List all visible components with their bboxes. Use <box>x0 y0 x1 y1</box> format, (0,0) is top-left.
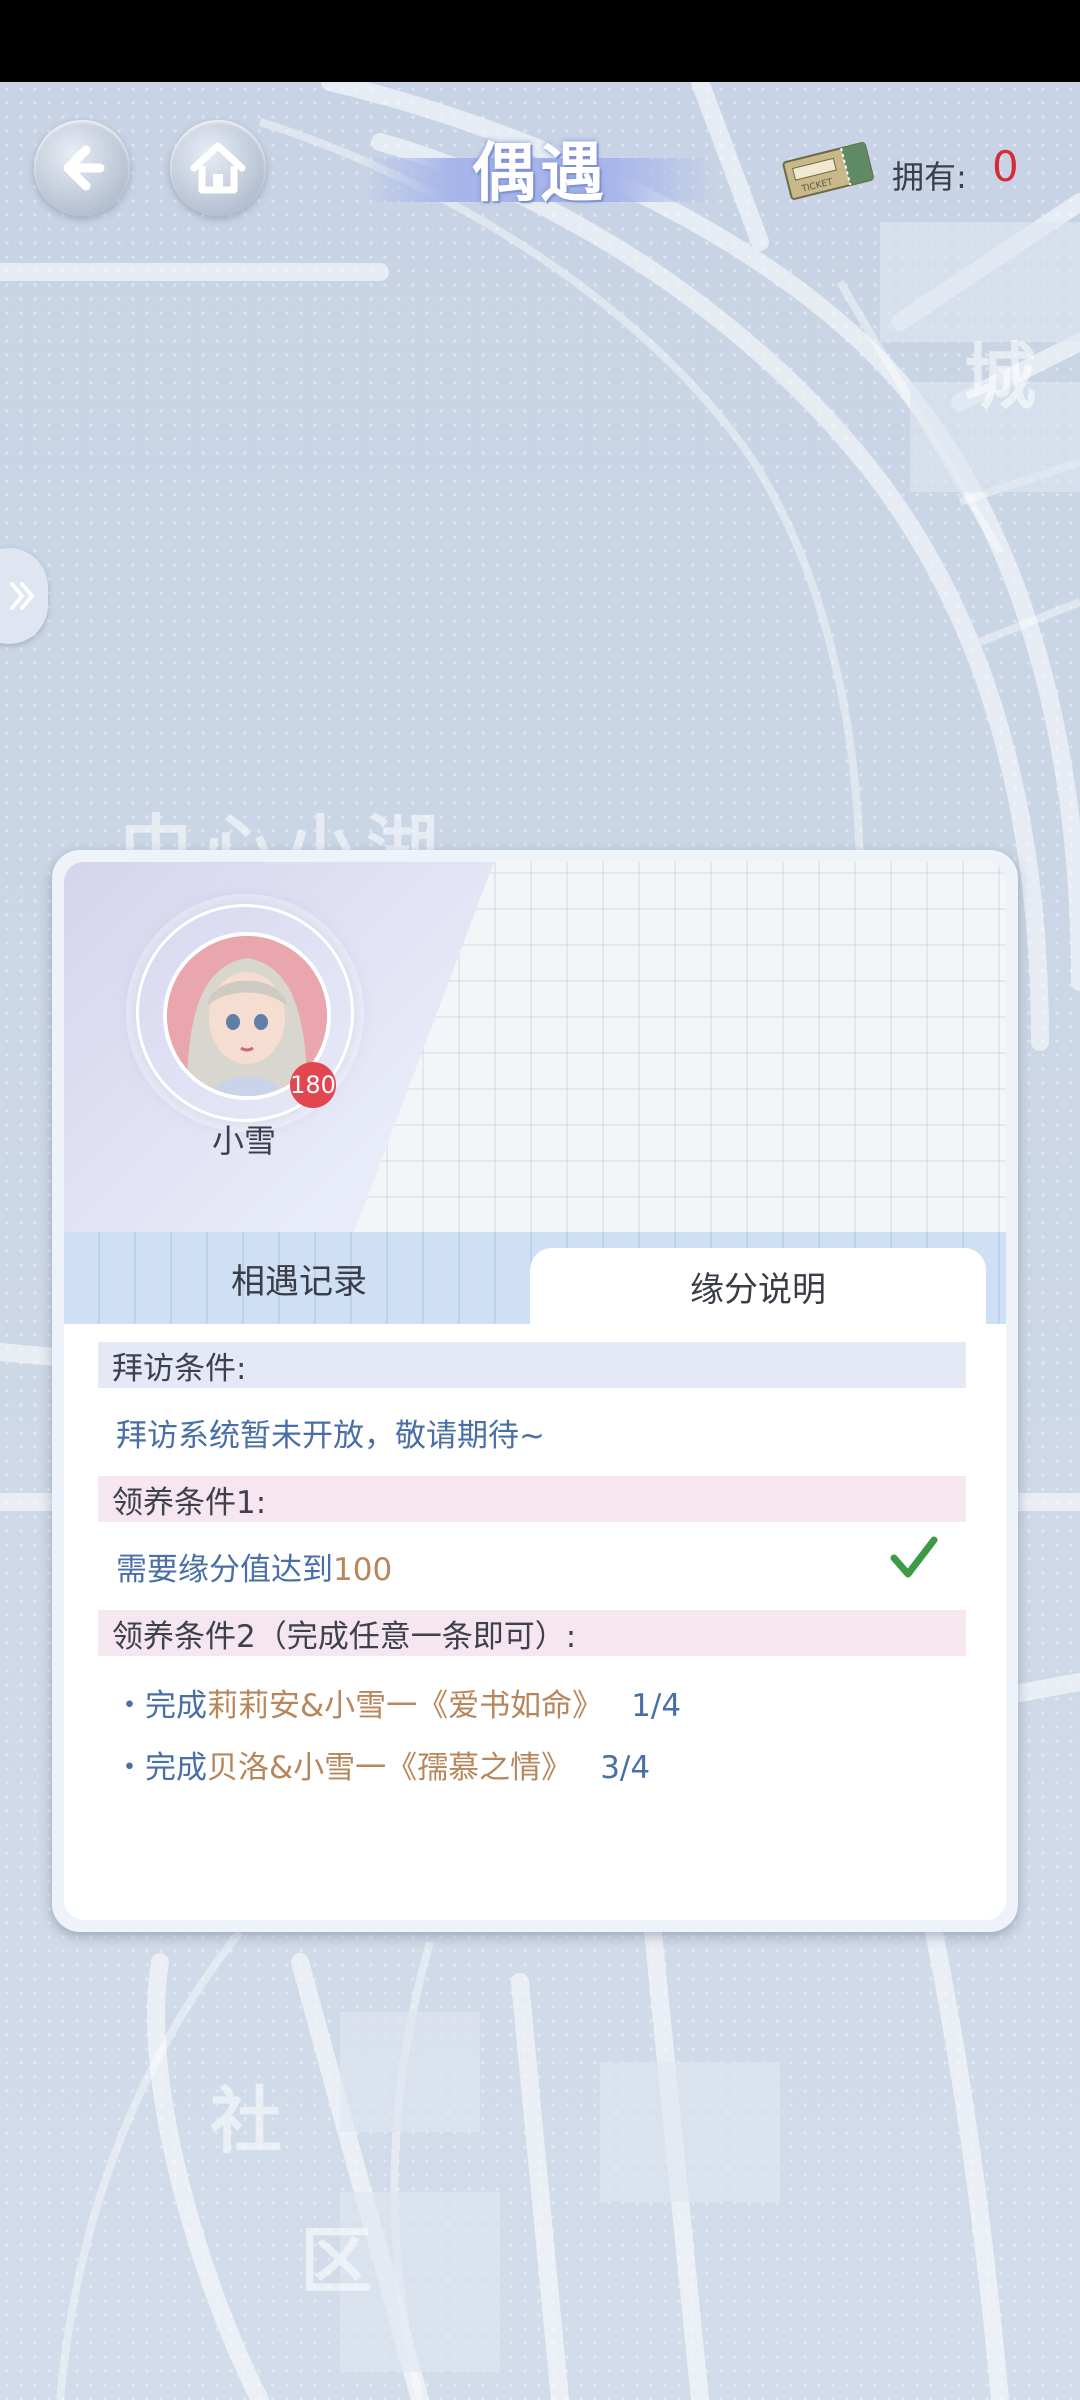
task-item[interactable]: ・完成贝洛&小雪一《孺慕之情》 3/4 <box>114 1742 650 1787</box>
visit-conditions-text: 拜访系统暂未开放，敬请期待~ <box>116 1418 545 1454</box>
owned-count: 0 <box>992 142 1019 191</box>
adopt-condition-1-value: 100 <box>333 1552 393 1588</box>
status-bar <box>0 0 1080 82</box>
task-prefix: 完成 <box>145 1750 207 1786</box>
bullet: ・ <box>114 1750 145 1786</box>
home-button[interactable] <box>170 120 266 216</box>
bullet: ・ <box>114 1688 145 1724</box>
character-name: 小雪 <box>211 1122 276 1160</box>
map-label-city: 城 <box>964 335 1043 419</box>
adopt-condition-1-header: 领养条件1: <box>98 1476 966 1522</box>
map-label-community-2: 区 <box>300 2219 379 2303</box>
encounter-card: 180 小雪 相遇记录 缘分说明 拜访条件: 拜访系统暂未开放，敬请期待~ 领养… <box>52 850 1018 1932</box>
tab-encounter-records[interactable]: 相遇记录 <box>64 1232 534 1324</box>
double-chevron-right-icon <box>10 582 35 610</box>
task-name: 莉莉安&小雪一《爱书如命》 <box>207 1688 604 1724</box>
page-title: 偶遇 <box>472 136 608 211</box>
task-prefix: 完成 <box>145 1688 207 1724</box>
check-icon <box>890 1536 938 1578</box>
adopt-condition-1-text: 需要缘分值达到100 <box>116 1544 392 1589</box>
fate-description-panel: 拜访条件: 拜访系统暂未开放，敬请期待~ 领养条件1: 需要缘分值达到100 领… <box>64 1324 1006 1920</box>
level-badge: 180 <box>290 1062 336 1108</box>
page-title-area: 偶遇 <box>360 120 720 216</box>
visit-conditions-header: 拜访条件: <box>98 1342 966 1388</box>
task-progress: 3/4 <box>600 1750 651 1786</box>
tab-fate-description[interactable]: 缘分说明 <box>530 1248 986 1324</box>
tab-bar: 相遇记录 缘分说明 <box>64 1232 1006 1324</box>
map-label-community-1: 社 <box>210 2079 289 2163</box>
ticket-icon: TICKET <box>782 142 874 200</box>
home-icon <box>190 142 246 194</box>
card-header: 180 小雪 <box>64 862 1006 1232</box>
task-progress: 1/4 <box>631 1688 682 1724</box>
back-button[interactable] <box>34 120 130 216</box>
task-item[interactable]: ・完成莉莉安&小雪一《爱书如命》 1/4 <box>114 1680 681 1725</box>
owned-label: 拥有: <box>892 158 967 196</box>
task-name: 贝洛&小雪一《孺慕之情》 <box>207 1750 573 1786</box>
adopt-condition-2-header: 领养条件2（完成任意一条即可）: <box>98 1610 966 1656</box>
adopt-condition-1-label: 需要缘分值达到 <box>116 1552 333 1588</box>
card-body: 180 小雪 相遇记录 缘分说明 拜访条件: 拜访系统暂未开放，敬请期待~ 领养… <box>64 862 1006 1920</box>
arrow-left-icon <box>63 145 105 191</box>
